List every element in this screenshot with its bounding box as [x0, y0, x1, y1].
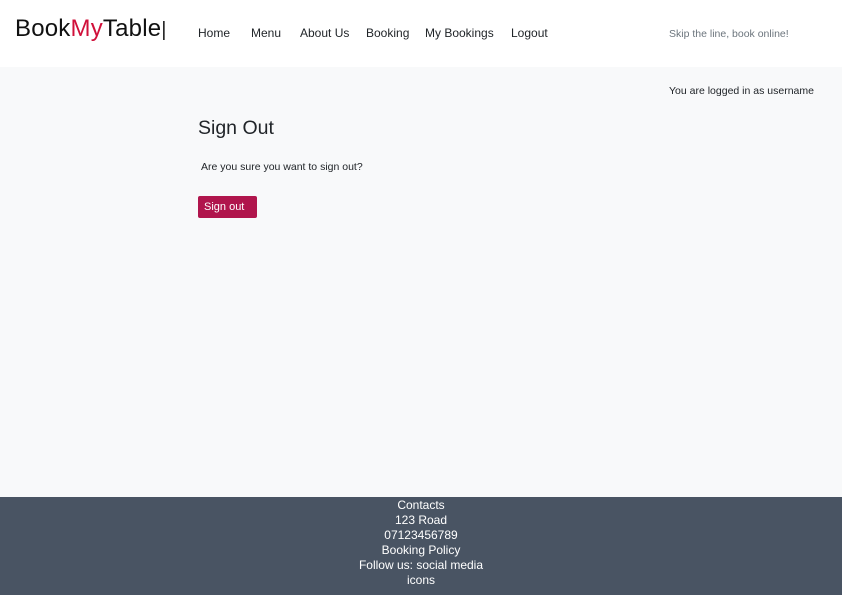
nav-my-bookings-link[interactable]: My Bookings: [425, 25, 494, 41]
nav-about-link[interactable]: About Us: [300, 25, 349, 41]
footer-social: Follow us: social media icons: [358, 558, 484, 587]
brand-logo[interactable]: BookMyTable|: [15, 14, 167, 45]
footer-contacts-heading: Contacts: [397, 498, 445, 512]
page-title: Sign Out: [198, 117, 274, 139]
brand-part-table: Table: [102, 15, 162, 42]
footer-phone: 07123456789: [384, 528, 458, 542]
footer-address: 123 Road: [394, 513, 448, 527]
brand-part-my: My: [70, 15, 103, 42]
tagline: Skip the line, book online!: [669, 28, 789, 40]
footer-booking-policy-link[interactable]: Booking Policy: [346, 543, 496, 558]
login-status: You are logged in as username: [669, 85, 814, 97]
footer-info: Contacts 123 Road 07123456789 Booking Po…: [346, 498, 496, 588]
signout-confirm-text: Are you sure you want to sign out?: [201, 161, 363, 173]
nav-home-link[interactable]: Home: [198, 25, 230, 41]
nav-menu-link[interactable]: Menu: [251, 25, 281, 41]
footer: Contacts 123 Road 07123456789 Booking Po…: [0, 497, 842, 595]
brand-part-book: Book: [15, 15, 71, 42]
navbar: BookMyTable| Home Menu About Us Booking …: [0, 0, 842, 67]
nav-logout-link[interactable]: Logout: [511, 25, 548, 41]
nav-booking-link[interactable]: Booking: [366, 25, 409, 41]
page: BookMyTable| Home Menu About Us Booking …: [0, 0, 842, 595]
signout-button[interactable]: Sign out: [198, 196, 257, 218]
brand-separator: |: [161, 19, 167, 41]
